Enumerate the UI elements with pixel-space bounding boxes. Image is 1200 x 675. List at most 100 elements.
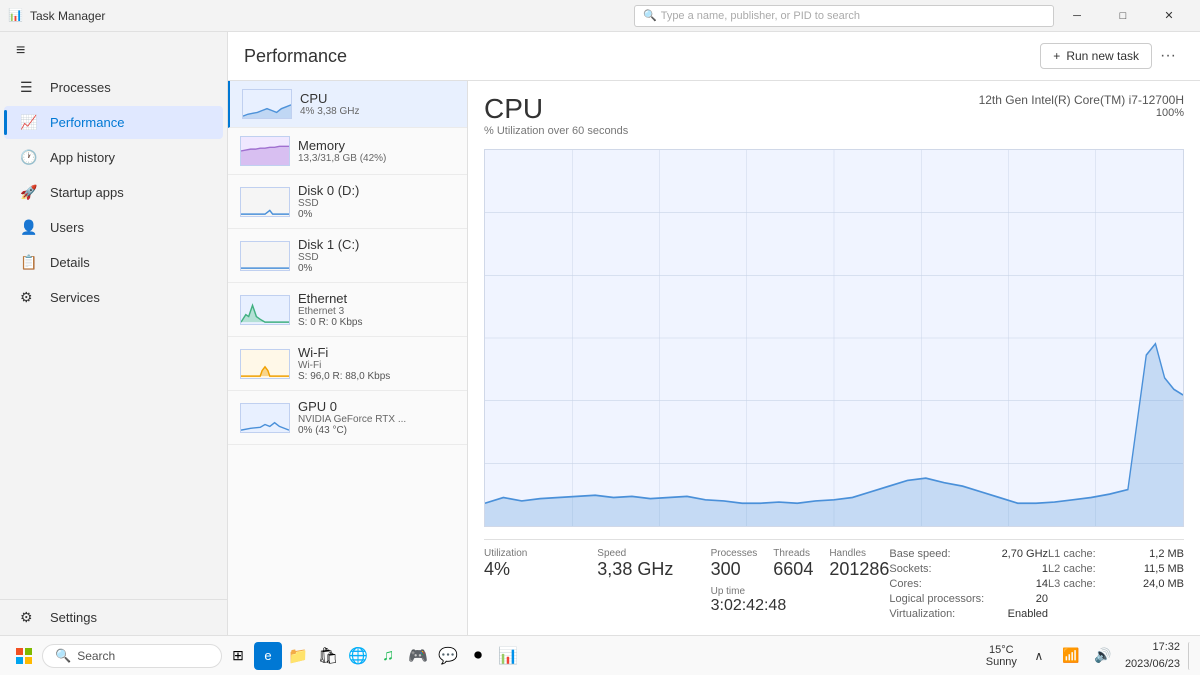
disk0-mini-graph — [240, 187, 290, 217]
disk0-resource-usage: 0% — [298, 209, 455, 220]
taskbar-edge-icon[interactable]: e — [254, 642, 282, 670]
taskbar-spotify-icon[interactable]: ♫ — [374, 642, 402, 670]
tray-overflow-button[interactable]: ∧ — [1025, 642, 1053, 670]
taskview-button[interactable]: ⊞ — [224, 642, 252, 670]
sidebar-item-processes-label: Processes — [50, 80, 111, 95]
content-body: CPU 4% 3,38 GHz Memory 13,3/31,8 GB ( — [228, 81, 1200, 635]
disk0-resource-name: Disk 0 (D:) — [298, 183, 455, 198]
cores-row: Cores: 14 — [889, 578, 1048, 590]
detail-title-container: CPU % Utilization over 60 seconds — [484, 93, 628, 145]
settings-icon: ⚙ — [20, 609, 40, 626]
run-new-task-button[interactable]: + Run new task — [1040, 43, 1152, 69]
ethernet-resource-info: Ethernet Ethernet 3 S: 0 R: 0 Kbps — [298, 291, 455, 328]
close-button[interactable]: ✕ — [1146, 0, 1192, 32]
ethernet-resource-usage: S: 0 R: 0 Kbps — [298, 317, 455, 328]
cpu-percent-label: 100% — [979, 107, 1184, 119]
taskbar-search[interactable]: 🔍 Search — [42, 644, 222, 668]
l3-row: L3 cache: 24,0 MB — [1048, 578, 1184, 590]
sidebar-item-settings-label: Settings — [50, 610, 97, 625]
app-container: ≡ ☰ Processes 📈 Performance 🕐 App histor… — [0, 32, 1200, 635]
sockets-label: Sockets: — [889, 563, 931, 575]
cpu-graph — [484, 149, 1184, 527]
sidebar-item-settings[interactable]: ⚙ Settings — [4, 601, 223, 634]
l2-value: 11,5 MB — [1144, 563, 1184, 575]
taskbar-chrome-icon[interactable]: 🌐 — [344, 642, 372, 670]
start-button[interactable] — [8, 640, 40, 672]
clock-time: 17:32 — [1125, 639, 1180, 656]
detail-subtitle: % Utilization over 60 seconds — [484, 125, 628, 137]
taskbar-app7-icon[interactable]: 📊 — [494, 642, 522, 670]
processes-icon: ☰ — [20, 79, 40, 96]
handles-stat: Handles 201286 — [829, 548, 889, 580]
volume-icon[interactable]: 🔊 — [1089, 642, 1117, 670]
content-area: Performance + Run new task ··· — [228, 32, 1200, 635]
uptime-value: 3:02:42:48 — [711, 597, 890, 615]
disk1-resource-name: Disk 1 (C:) — [298, 237, 455, 252]
utilization-label: Utilization — [484, 548, 597, 559]
cpu-mini-graph — [242, 89, 292, 119]
app-history-icon: 🕐 — [20, 149, 40, 166]
processes-value: 300 — [711, 559, 758, 580]
cpu-resource-name: CPU — [300, 91, 455, 106]
resource-item-gpu0[interactable]: GPU 0 NVIDIA GeForce RTX ... 0% (43 °C) — [228, 391, 467, 445]
sidebar-item-services[interactable]: ⚙ Services — [4, 281, 223, 314]
run-task-icon: + — [1053, 49, 1060, 63]
window-controls: ─ □ ✕ — [1054, 0, 1192, 32]
taskbar: 🔍 Search ⊞ e 📁 🛍 🌐 ♫ 🎮 💬 ⏺ 📊 15°C Sunny … — [0, 635, 1200, 675]
handles-value: 201286 — [829, 559, 889, 580]
resource-item-disk1[interactable]: Disk 1 (C:) SSD 0% — [228, 229, 467, 283]
handles-label: Handles — [829, 548, 889, 559]
sidebar-item-performance[interactable]: 📈 Performance — [4, 106, 223, 139]
taskbar-discord-icon[interactable]: 💬 — [434, 642, 462, 670]
search-bar[interactable]: 🔍 Type a name, publisher, or PID to sear… — [634, 5, 1054, 27]
threads-value: 6604 — [773, 559, 813, 580]
disk0-resource-info: Disk 0 (D:) SSD 0% — [298, 183, 455, 220]
base-speed-row: Base speed: 2,70 GHz — [889, 548, 1048, 560]
cores-label: Cores: — [889, 578, 921, 590]
titlebar: 📊 Task Manager 🔍 Type a name, publisher,… — [0, 0, 1200, 32]
resource-item-ethernet[interactable]: Ethernet Ethernet 3 S: 0 R: 0 Kbps — [228, 283, 467, 337]
taskbar-steam-icon[interactable]: 🎮 — [404, 642, 432, 670]
resource-item-wifi[interactable]: Wi-Fi Wi-Fi S: 96,0 R: 88,0 Kbps — [228, 337, 467, 391]
ethernet-mini-graph — [240, 295, 290, 325]
memory-resource-name: Memory — [298, 138, 455, 153]
virtualization-label: Virtualization: — [889, 608, 955, 620]
sidebar-item-startup-apps[interactable]: 🚀 Startup apps — [4, 176, 223, 209]
hamburger-button[interactable]: ≡ — [0, 32, 227, 70]
sidebar-item-details[interactable]: 📋 Details — [4, 246, 223, 279]
network-icon[interactable]: 📶 — [1057, 642, 1085, 670]
disk0-resource-sub: SSD — [298, 198, 455, 209]
stat-group-utilization: Utilization 4% — [484, 548, 597, 623]
weather-widget: 15°C Sunny — [986, 644, 1017, 668]
resource-item-cpu[interactable]: CPU 4% 3,38 GHz — [228, 81, 467, 128]
taskbar-obs-icon[interactable]: ⏺ — [464, 642, 492, 670]
stat-group-cache: L1 cache: 1,2 MB L2 cache: 11,5 MB L3 ca… — [1048, 548, 1184, 623]
l1-row: L1 cache: 1,2 MB — [1048, 548, 1184, 560]
sidebar-item-app-history[interactable]: 🕐 App history — [4, 141, 223, 174]
taskbar-store-icon[interactable]: 🛍 — [314, 642, 342, 670]
stat-group-speed: Speed 3,38 GHz — [597, 548, 710, 623]
sidebar-item-processes[interactable]: ☰ Processes — [4, 71, 223, 104]
minimize-button[interactable]: ─ — [1054, 0, 1100, 32]
threads-stat: Threads 6604 — [773, 548, 813, 580]
l1-value: 1,2 MB — [1149, 548, 1184, 560]
show-desktop-button[interactable] — [1188, 642, 1192, 670]
gpu0-resource-name: GPU 0 — [298, 399, 455, 414]
gpu0-mini-graph — [240, 403, 290, 433]
resource-item-disk0[interactable]: Disk 0 (D:) SSD 0% — [228, 175, 467, 229]
sidebar: ≡ ☰ Processes 📈 Performance 🕐 App histor… — [0, 32, 228, 635]
sidebar-item-users-label: Users — [50, 220, 84, 235]
sidebar-item-services-label: Services — [50, 290, 100, 305]
virtualization-value: Enabled — [1008, 608, 1048, 620]
more-options-button[interactable]: ··· — [1152, 42, 1184, 70]
resource-item-memory[interactable]: Memory 13,3/31,8 GB (42%) — [228, 128, 467, 175]
taskbar-clock[interactable]: 17:32 2023/06/23 — [1121, 639, 1184, 672]
taskbar-files-icon[interactable]: 📁 — [284, 642, 312, 670]
l2-row: L2 cache: 11,5 MB — [1048, 563, 1184, 575]
memory-mini-graph — [240, 136, 290, 166]
maximize-button[interactable]: □ — [1100, 0, 1146, 32]
sidebar-item-users[interactable]: 👤 Users — [4, 211, 223, 244]
weather-desc: Sunny — [986, 656, 1017, 668]
base-speed-label: Base speed: — [889, 548, 950, 560]
details-icon: 📋 — [20, 254, 40, 271]
